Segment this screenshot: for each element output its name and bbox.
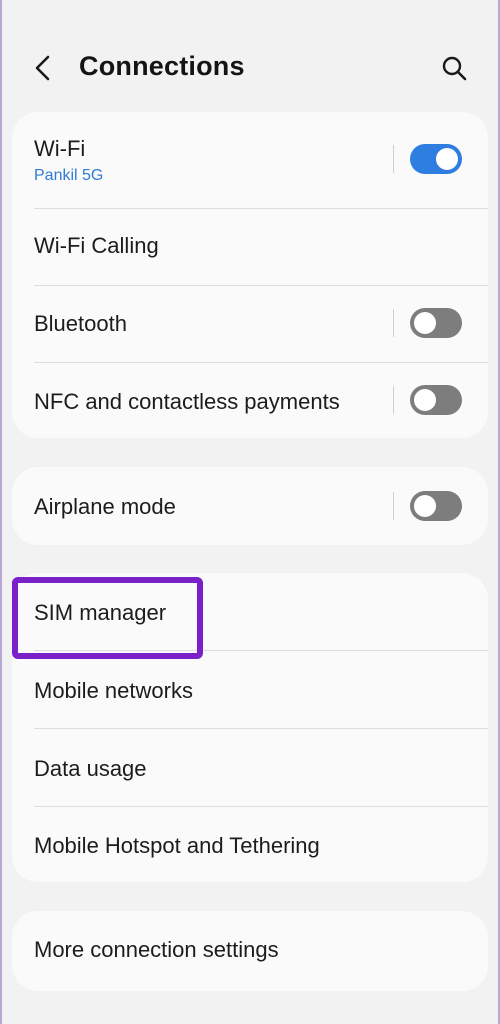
- data-usage-label: Data usage: [34, 756, 147, 781]
- more-connection-settings-row[interactable]: More connection settings: [12, 911, 488, 991]
- search-button[interactable]: [436, 50, 472, 86]
- wifi-label: Wi-Fi: [34, 136, 86, 161]
- wifi-toggle[interactable]: [410, 144, 462, 174]
- airplane-mode-toggle[interactable]: [410, 491, 462, 521]
- mobile-networks-label: Mobile networks: [34, 678, 193, 703]
- bluetooth-label: Bluetooth: [34, 311, 127, 336]
- search-icon: [442, 56, 467, 81]
- hotspot-label: Mobile Hotspot and Tethering: [34, 833, 320, 858]
- bluetooth-toggle[interactable]: [410, 308, 462, 338]
- wifi-row[interactable]: Wi-Fi Pankil 5G: [12, 112, 488, 208]
- airplane-mode-label: Airplane mode: [34, 494, 176, 519]
- more-settings-card: More connection settings: [12, 911, 488, 991]
- vertical-separator: [393, 309, 394, 337]
- toggle-knob: [414, 389, 436, 411]
- toggle-knob: [414, 495, 436, 517]
- wifi-calling-label: Wi-Fi Calling: [34, 233, 159, 258]
- vertical-separator: [393, 492, 394, 520]
- nfc-toggle[interactable]: [410, 385, 462, 415]
- more-connection-settings-label: More connection settings: [34, 937, 279, 962]
- back-arrow-icon: [35, 55, 50, 81]
- toggle-knob: [414, 312, 436, 334]
- wifi-calling-row[interactable]: Wi-Fi Calling: [12, 209, 488, 285]
- back-button[interactable]: [26, 48, 60, 88]
- page-title: Connections: [79, 51, 245, 81]
- hotspot-row[interactable]: Mobile Hotspot and Tethering: [12, 807, 488, 882]
- app-header: Connections: [0, 0, 500, 112]
- nfc-label: NFC and contactless payments: [34, 389, 340, 414]
- vertical-separator: [393, 145, 394, 173]
- wifi-network-name: Pankil 5G: [34, 167, 104, 184]
- airplane-mode-row[interactable]: Airplane mode: [12, 467, 488, 545]
- vertical-separator: [393, 386, 394, 414]
- network-settings-card: Wi-Fi Pankil 5G Wi-Fi Calling Bluetooth …: [12, 112, 488, 438]
- bluetooth-row[interactable]: Bluetooth: [12, 286, 488, 362]
- airplane-card: Airplane mode: [12, 467, 488, 545]
- data-usage-row[interactable]: Data usage: [12, 729, 488, 806]
- mobile-networks-row[interactable]: Mobile networks: [12, 651, 488, 728]
- sim-manager-highlight-box: [12, 577, 203, 659]
- toggle-knob: [436, 148, 458, 170]
- nfc-row[interactable]: NFC and contactless payments: [12, 363, 488, 438]
